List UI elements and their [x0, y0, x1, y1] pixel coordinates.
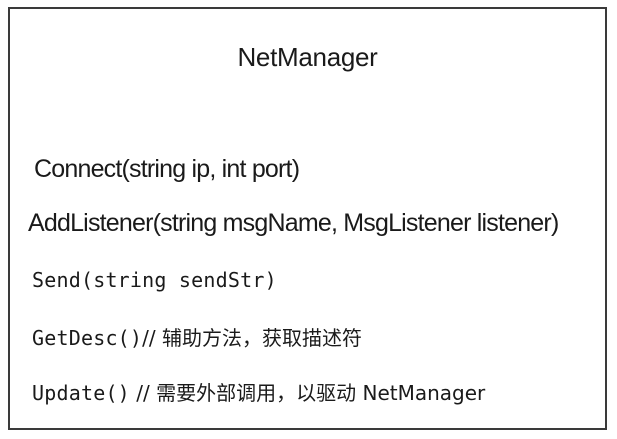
- method-update-comment: // 需要外部调用，以驱动 NetManager: [129, 381, 486, 405]
- method-connect: Connect(string ip, int port): [34, 155, 300, 183]
- method-update: Update() // 需要外部调用，以驱动 NetManager: [32, 377, 485, 406]
- method-get-desc: GetDesc()// 辅助方法，获取描述符: [32, 322, 362, 351]
- method-get-desc-signature: GetDesc(): [32, 326, 143, 350]
- method-update-signature: Update(): [32, 381, 130, 405]
- class-box: NetManager Connect(string ip, int port) …: [8, 7, 607, 430]
- method-get-desc-comment: // 辅助方法，获取描述符: [142, 326, 363, 350]
- method-add-listener: AddListener(string msgName, MsgListener …: [28, 209, 559, 237]
- class-name: NetManager: [237, 42, 378, 72]
- method-send: Send(string sendStr): [32, 268, 277, 292]
